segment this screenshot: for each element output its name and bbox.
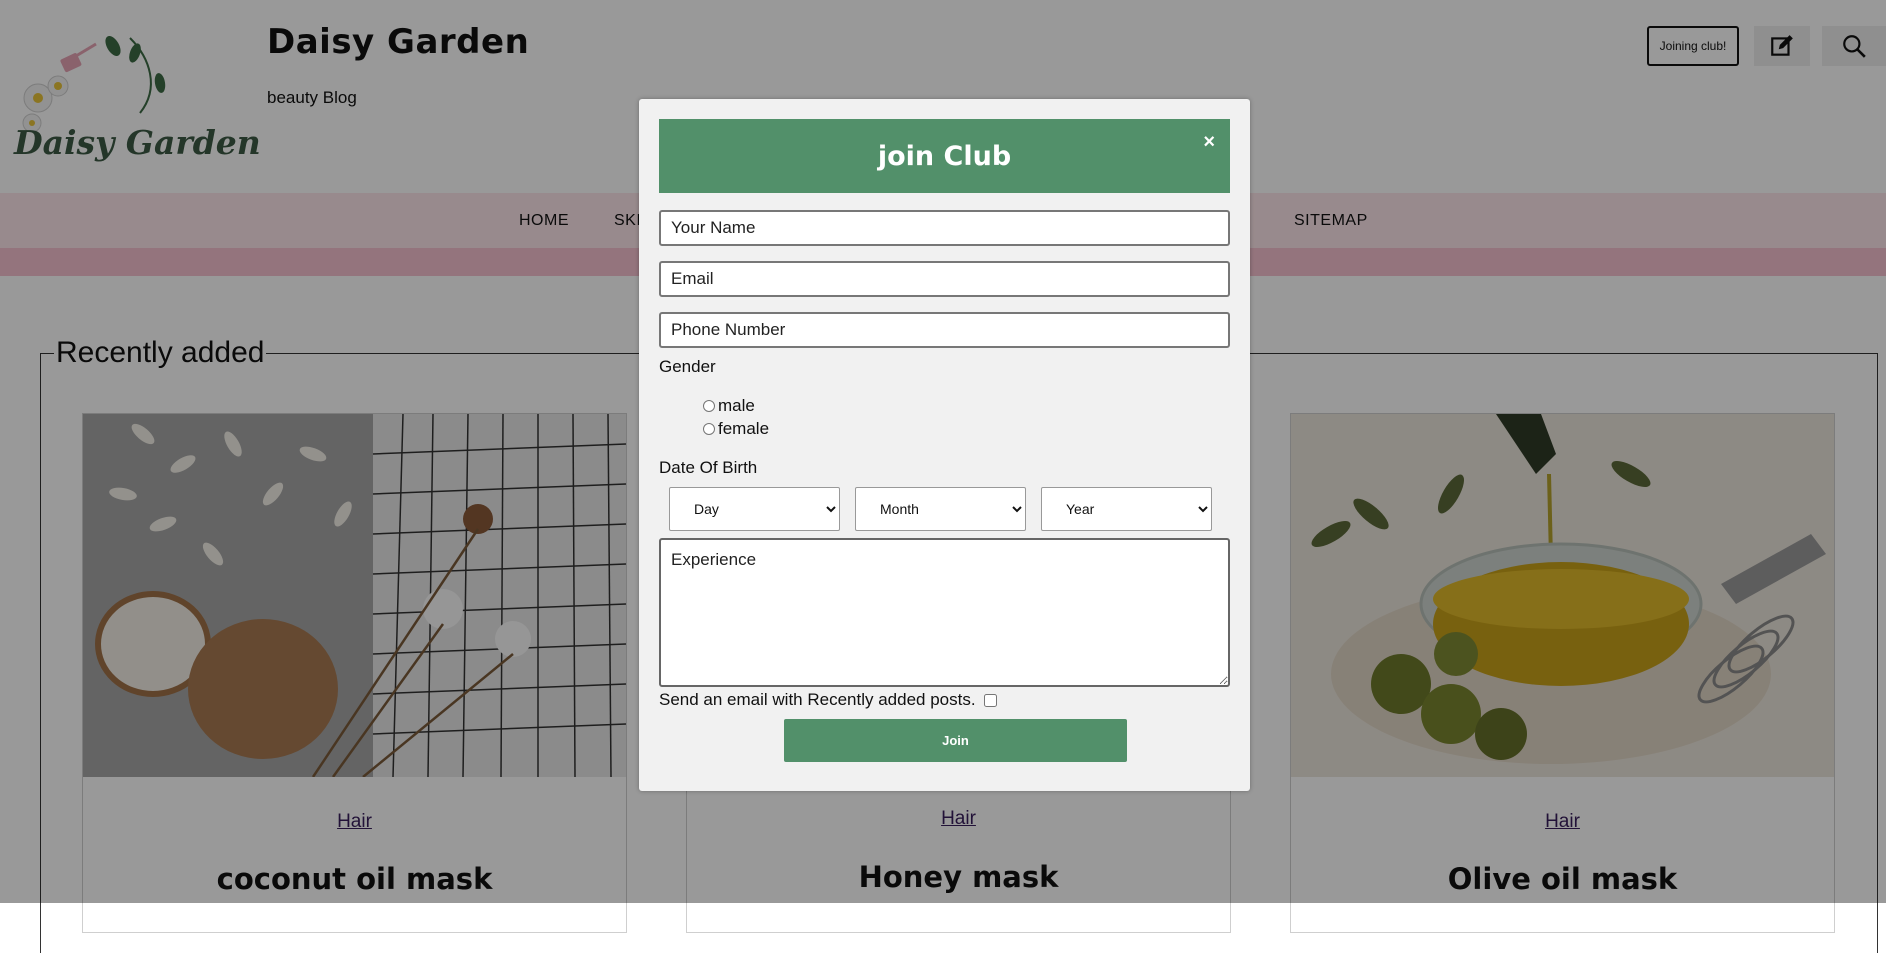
phone-input[interactable]	[659, 312, 1230, 348]
year-select[interactable]: Year	[1041, 487, 1212, 531]
newsletter-option[interactable]: Send an email with Recently added posts.	[659, 690, 997, 710]
experience-textarea[interactable]	[659, 538, 1230, 687]
gender-label: Gender	[659, 357, 716, 376]
newsletter-label: Send an email with Recently added posts.	[659, 690, 976, 709]
dob-label: Date Of Birth	[659, 458, 758, 477]
gender-radio-female[interactable]	[703, 423, 715, 435]
modal-header: join Club ×	[659, 119, 1230, 193]
gender-option-female[interactable]: female	[703, 419, 769, 439]
email-input[interactable]	[659, 261, 1230, 297]
gender-option-label: male	[718, 396, 755, 415]
gender-radio-male[interactable]	[703, 400, 715, 412]
modal-title: join Club	[877, 140, 1012, 172]
day-select[interactable]: Day	[669, 487, 840, 531]
join-button[interactable]: Join	[784, 719, 1127, 762]
close-icon[interactable]: ×	[1203, 131, 1215, 154]
gender-option-male[interactable]: male	[703, 396, 755, 416]
gender-option-label: female	[718, 419, 770, 438]
join-club-modal: join Club × Gender male female Date Of B…	[639, 99, 1250, 791]
newsletter-checkbox[interactable]	[983, 693, 997, 707]
name-input[interactable]	[659, 210, 1230, 246]
month-select[interactable]: Month	[855, 487, 1026, 531]
